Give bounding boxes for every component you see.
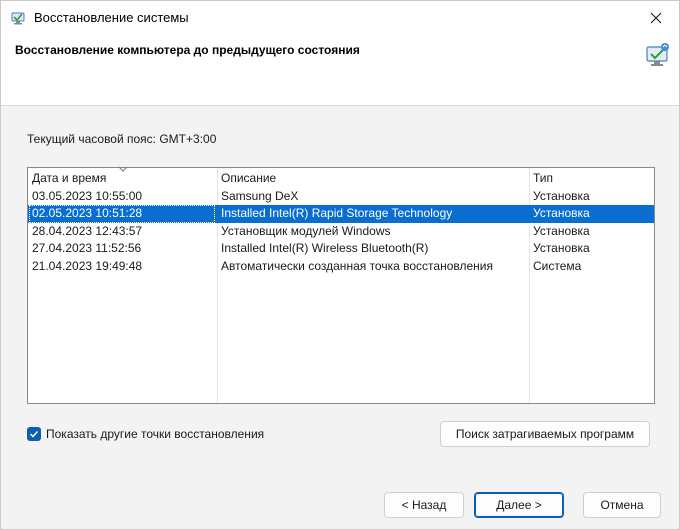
restore-computer-icon xyxy=(646,43,669,66)
cell-description: Samsung DeX xyxy=(221,189,299,203)
show-more-restore-points[interactable]: Показать другие точки восстановления xyxy=(27,425,264,443)
cell-date: 27.04.2023 11:52:56 xyxy=(32,241,142,256)
cell-description: Установщик модулей Windows xyxy=(221,223,391,238)
window-title: Восстановление системы xyxy=(34,10,189,25)
close-button[interactable] xyxy=(633,1,679,35)
timezone-label: Текущий часовой пояс: GMT+3:00 xyxy=(27,132,217,146)
table-row-selected[interactable]: 02.05.2023 10:51:28 Installed Intel(R) R… xyxy=(28,205,654,223)
cell-type: Установка xyxy=(533,223,590,238)
cancel-button[interactable]: Отмена xyxy=(583,492,661,518)
wizard-header: Восстановление компьютера до предыдущего… xyxy=(1,35,679,106)
list-rows: 03.05.2023 10:55:00 Samsung DeX Установк… xyxy=(28,188,654,275)
column-header-type[interactable]: Тип xyxy=(529,168,654,188)
scan-affected-programs-button[interactable]: Поиск затрагиваемых программ xyxy=(440,421,650,447)
column-header-date[interactable]: Дата и время xyxy=(28,166,217,188)
system-restore-icon xyxy=(11,12,25,25)
table-row[interactable]: 27.04.2023 11:52:56 Installed Intel(R) W… xyxy=(28,240,654,257)
cell-description: Installed Intel(R) Wireless Bluetooth(R) xyxy=(221,241,429,256)
cell-date: 02.05.2023 10:51:28 xyxy=(32,206,143,221)
show-more-label: Показать другие точки восстановления xyxy=(46,427,265,441)
table-row[interactable]: 03.05.2023 10:55:00 Samsung DeX Установк… xyxy=(28,188,654,205)
table-row[interactable]: 28.04.2023 12:43:57 Установщик модулей W… xyxy=(28,223,654,240)
cell-description: Автоматически созданная точка восстановл… xyxy=(221,258,493,273)
system-restore-window: Восстановление системы Восстановление ко… xyxy=(0,0,680,530)
title-bar[interactable]: Восстановление системы xyxy=(1,1,679,35)
back-button[interactable]: < Назад xyxy=(384,492,464,518)
column-header-description[interactable]: Описание xyxy=(217,168,529,188)
cell-type: Система xyxy=(533,258,582,273)
column-header-date-label: Дата и время xyxy=(32,171,107,185)
next-button[interactable]: Далее > xyxy=(474,492,564,518)
page-title: Восстановление компьютера до предыдущего… xyxy=(15,43,360,57)
checkmark-icon xyxy=(29,430,39,438)
sort-descending-icon xyxy=(118,166,128,172)
list-header: Дата и время Описание Тип xyxy=(28,166,654,188)
restore-points-list[interactable]: Дата и время Описание Тип 03.05.2023 10:… xyxy=(27,166,655,404)
cell-type: Установка xyxy=(533,206,590,221)
cell-description: Installed Intel(R) Rapid Storage Technol… xyxy=(221,206,453,221)
close-icon xyxy=(650,12,662,24)
cell-date: 21.04.2023 19:49:48 xyxy=(32,258,143,273)
table-row[interactable]: 21.04.2023 19:49:48 Автоматически создан… xyxy=(28,258,654,275)
cell-date: 03.05.2023 10:55:00 xyxy=(32,189,143,203)
cell-type: Установка xyxy=(533,241,590,256)
show-more-checkbox[interactable] xyxy=(27,427,41,441)
cell-type: Установка xyxy=(533,189,590,203)
cell-date: 28.04.2023 12:43:57 xyxy=(32,223,143,238)
